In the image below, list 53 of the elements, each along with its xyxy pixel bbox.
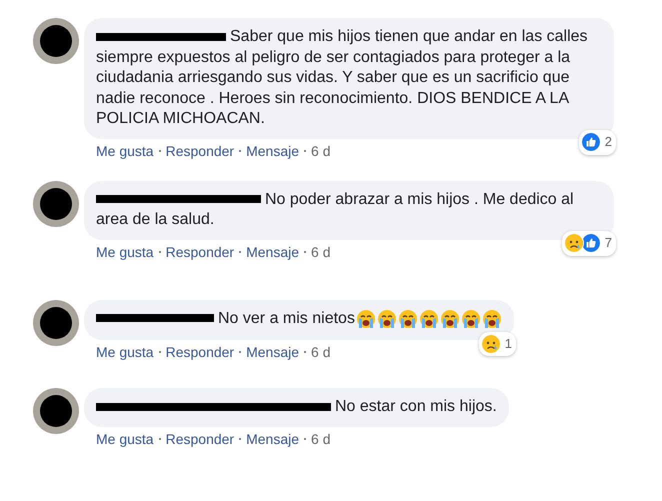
reaction-badge[interactable]: 2 [578, 130, 616, 154]
separator-dot [304, 438, 306, 440]
separator-dot [239, 351, 242, 353]
action-link[interactable]: Me gusta [96, 430, 154, 446]
timestamp[interactable]: 6 d [311, 244, 330, 260]
thumbs-up-icon [580, 132, 601, 152]
reaction-badge[interactable]: 7 [562, 231, 616, 256]
action-link[interactable]: Mensaje [246, 430, 300, 446]
avatar[interactable] [33, 388, 79, 434]
crying-face-icon [418, 308, 439, 328]
crying-face-icon [460, 308, 481, 328]
separator-dot [239, 150, 242, 152]
action-link[interactable]: Me gusta [96, 344, 154, 360]
separator-dot [158, 250, 161, 252]
thumbs-up-icon [580, 233, 601, 254]
crying-face-icon [482, 308, 502, 328]
reaction-badge[interactable]: 1 [478, 332, 516, 356]
reaction-count: 7 [604, 234, 612, 252]
separator-dot [304, 150, 306, 152]
crying-face-icon [440, 308, 460, 328]
separator-dot [158, 150, 161, 152]
comment-text: Saber que mis hijos tienen que andar en las calles siempre expuestos al peligro de ser contagiados para proteger a la ciudadania arriesgando sus vidas. Y saber que es un sacrificio que nadie reconoce . Heroes sin reconocimiento. DIOS BENDICE A LA POLICIA MICHOACAN. [96, 27, 589, 129]
sad-face-icon [480, 334, 501, 354]
separator-dot [158, 438, 161, 440]
action-link[interactable]: Responder [166, 142, 234, 158]
avatar[interactable] [33, 18, 79, 64]
action-link[interactable]: Mensaje [246, 344, 300, 360]
action-link[interactable]: Me gusta [96, 244, 154, 260]
action-link[interactable]: Mensaje [246, 244, 300, 260]
comment-text: No estar con mis hijos. [96, 397, 497, 418]
crying-face-icon [398, 308, 418, 328]
separator-dot [304, 250, 306, 252]
reaction-count: 2 [604, 133, 612, 151]
timestamp[interactable]: 6 d [311, 430, 330, 446]
action-link[interactable]: Responder [166, 244, 234, 260]
crying-face-icon [356, 308, 376, 328]
separator-dot [158, 351, 161, 353]
avatar[interactable] [33, 300, 79, 346]
action-link[interactable]: Me gusta [96, 142, 154, 158]
action-link[interactable]: Mensaje [246, 142, 300, 158]
sad-face-icon [564, 233, 584, 254]
timestamp[interactable]: 6 d [311, 344, 330, 360]
comment-text: No ver a mis nietos [96, 308, 355, 329]
action-link[interactable]: Responder [166, 430, 234, 446]
crying-face-icon [376, 308, 397, 328]
avatar[interactable] [33, 180, 79, 226]
separator-dot [304, 351, 306, 353]
separator-dot [239, 438, 242, 440]
comment-text: No poder abrazar a mis hijos . Me dedico al area de la salud. [96, 190, 575, 230]
action-link[interactable]: Responder [166, 344, 234, 360]
separator-dot [239, 250, 242, 252]
timestamp[interactable]: 6 d [311, 142, 330, 158]
reaction-count: 1 [504, 334, 512, 352]
